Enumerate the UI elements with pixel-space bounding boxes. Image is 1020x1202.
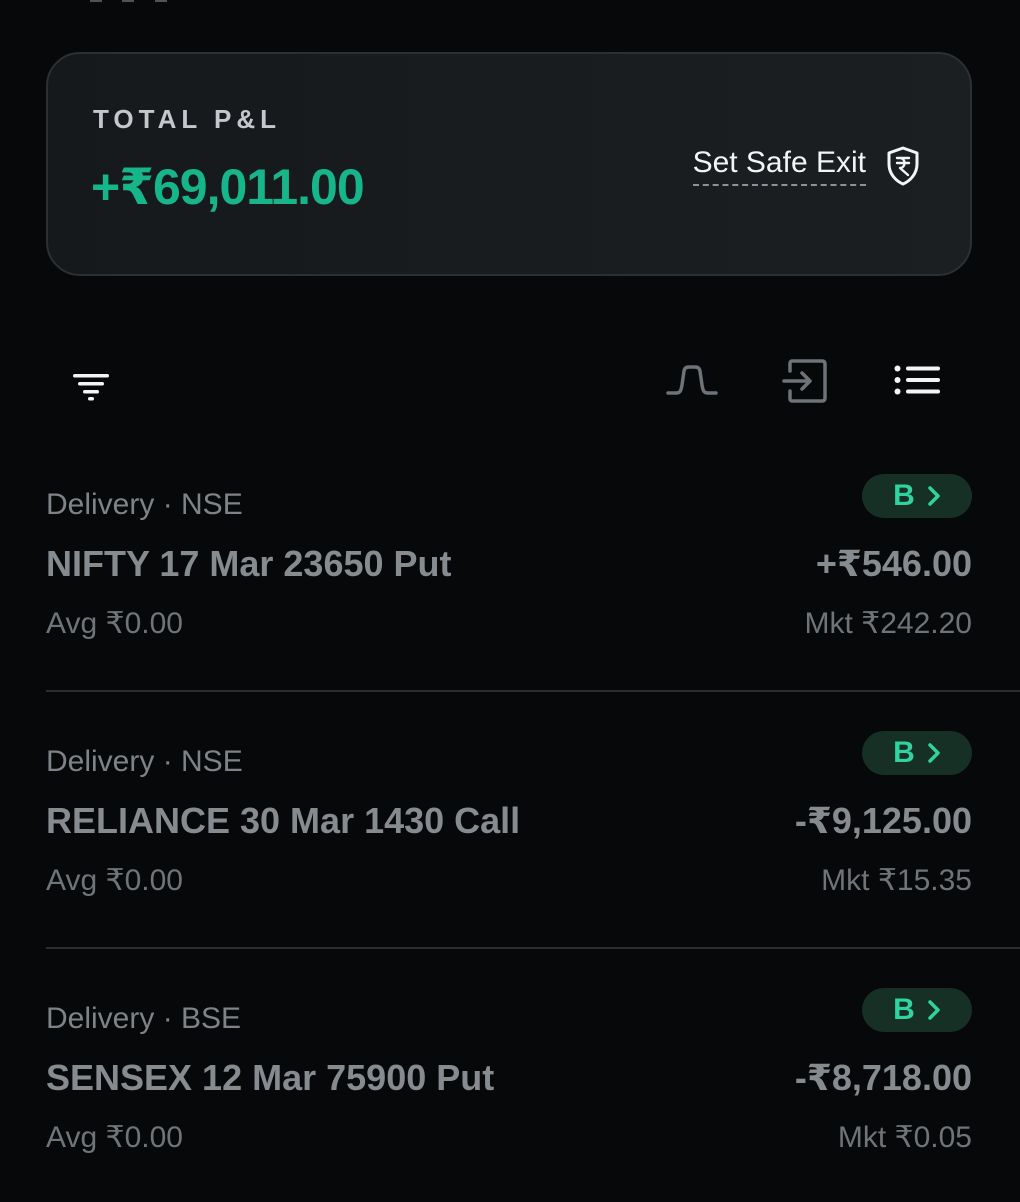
buy-badge-letter: B — [893, 993, 915, 1026]
position-market-price: Mkt ₹15.35 — [821, 864, 972, 897]
position-market-price: Mkt ₹242.20 — [804, 607, 972, 640]
buy-badge-letter: B — [893, 736, 915, 769]
position-pnl: -₹9,125.00 — [794, 800, 972, 841]
row-divider — [46, 690, 1020, 692]
row-divider — [46, 947, 1020, 949]
position-market-price: Mkt ₹0.05 — [837, 1121, 972, 1154]
position-instrument-name: RELIANCE 30 Mar 1430 Call — [46, 800, 521, 841]
position-product-exchange: Delivery · BSE — [46, 1002, 242, 1035]
position-product-exchange: Delivery · NSE — [46, 745, 243, 778]
position-row[interactable]: Delivery · NSE RELIANCE 30 Mar 1430 Call… — [46, 731, 972, 945]
position-row[interactable]: Delivery · BSE SENSEX 12 Mar 75900 Put A… — [46, 988, 972, 1202]
position-pnl: -₹8,718.00 — [794, 1057, 972, 1098]
buy-badge-button[interactable]: B — [862, 474, 972, 518]
chevron-right-icon — [927, 742, 941, 764]
position-avg-price: Avg ₹0.00 — [46, 864, 183, 897]
rupee-shield-icon — [886, 146, 920, 186]
position-pnl: +₹546.00 — [815, 543, 972, 584]
position-instrument-name: NIFTY 17 Mar 23650 Put — [46, 543, 452, 584]
header-fragment-mark — [154, 0, 167, 2]
chevron-right-icon — [927, 999, 941, 1021]
position-avg-price: Avg ₹0.00 — [46, 607, 183, 640]
position-row[interactable]: Delivery · NSE NIFTY 17 Mar 23650 Put Av… — [46, 474, 972, 688]
previous-header-fragment — [90, 0, 210, 2]
filter-icon[interactable] — [72, 373, 110, 401]
buy-badge-letter: B — [893, 479, 915, 512]
position-product-exchange: Delivery · NSE — [46, 488, 243, 521]
chevron-right-icon — [927, 485, 941, 507]
set-safe-exit-label: Set Safe Exit — [692, 146, 866, 186]
buy-badge-button[interactable]: B — [862, 731, 972, 775]
payoff-graph-icon[interactable] — [666, 365, 718, 397]
exit-icon[interactable] — [782, 359, 828, 403]
total-pnl-card: TOTAL P&L +₹69,011.00 Set Safe Exit — [46, 52, 972, 276]
header-fragment-mark — [90, 0, 102, 2]
buy-badge-button[interactable]: B — [862, 988, 972, 1032]
header-fragment-mark — [122, 0, 135, 2]
position-avg-price: Avg ₹0.00 — [46, 1121, 183, 1154]
set-safe-exit-button[interactable]: Set Safe Exit — [692, 146, 920, 186]
total-pnl-label: TOTAL P&L — [93, 104, 281, 134]
positions-toolbar — [0, 355, 1020, 415]
list-view-icon[interactable] — [894, 365, 942, 395]
position-instrument-name: SENSEX 12 Mar 75900 Put — [46, 1057, 495, 1098]
total-pnl-value: +₹69,011.00 — [91, 159, 365, 215]
